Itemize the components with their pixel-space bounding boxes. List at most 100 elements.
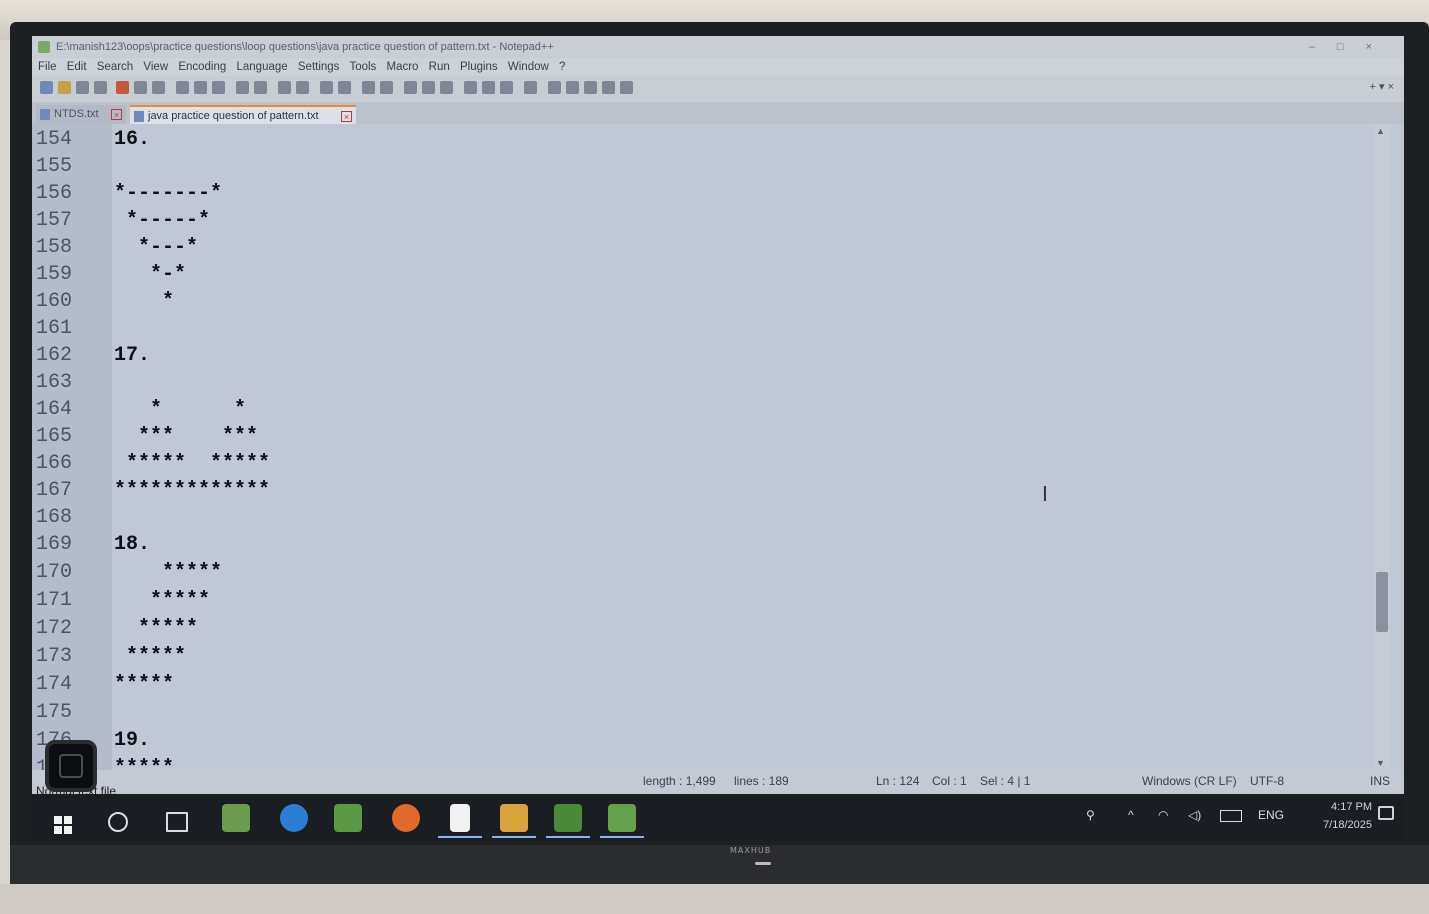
replace-icon[interactable]	[296, 81, 309, 94]
menu-view[interactable]: View	[143, 61, 168, 73]
zoom-out-icon[interactable]	[338, 81, 351, 94]
notepadpp-active-icon[interactable]	[608, 804, 636, 832]
editor-line[interactable]: 163	[32, 371, 1404, 398]
menu-plugins[interactable]: Plugins	[460, 61, 498, 73]
status-insert-mode: INS	[1370, 774, 1391, 788]
search-icon[interactable]	[108, 812, 128, 832]
print-icon[interactable]	[152, 81, 165, 94]
find-icon[interactable]	[278, 81, 291, 94]
status-encoding[interactable]: UTF-8	[1250, 774, 1284, 788]
scroll-up-icon[interactable]: ▲	[1376, 126, 1385, 136]
paste-icon[interactable]	[212, 81, 225, 94]
play-macro-icon[interactable]	[584, 81, 597, 94]
editor-line[interactable]: 157 *-----*	[32, 209, 1404, 236]
system-clock[interactable]: 4:17 PM 7/18/2025	[1323, 798, 1372, 834]
tab-ntds[interactable]: NTDS.txt ×	[36, 105, 126, 124]
document-icon[interactable]	[450, 804, 470, 832]
close-all-icon[interactable]	[134, 81, 147, 94]
new-file-icon[interactable]	[40, 81, 53, 94]
close-tab-icon[interactable]: ×	[341, 111, 352, 122]
text-editor[interactable]: 154 16. 155 156 *-------* 157 *-----* 158 *---…	[32, 124, 1404, 780]
menu-run[interactable]: Run	[429, 61, 450, 73]
folder-workspace-icon[interactable]	[500, 81, 513, 94]
notepadpp-taskbar-icon-2[interactable]	[334, 804, 362, 832]
cut-icon[interactable]	[176, 81, 189, 94]
editor-line[interactable]: 154 16.	[32, 128, 1404, 155]
people-icon[interactable]: ⚲	[1086, 808, 1095, 822]
scroll-down-icon[interactable]: ▼	[1376, 758, 1385, 768]
editor-line[interactable]: 173 *****	[32, 645, 1404, 672]
edge-icon[interactable]	[280, 804, 308, 832]
notification-icon[interactable]	[1378, 806, 1394, 820]
stop-macro-icon[interactable]	[566, 81, 579, 94]
editor-line[interactable]: 162 17.	[32, 344, 1404, 371]
record-macro-icon[interactable]	[548, 81, 561, 94]
show-all-chars-icon[interactable]	[422, 81, 435, 94]
menu-macro[interactable]: Macro	[387, 61, 419, 73]
chevron-up-icon[interactable]: ^	[1128, 808, 1134, 822]
editor-line[interactable]: 155	[32, 155, 1404, 182]
menu-file[interactable]: File	[38, 61, 57, 73]
editor-line[interactable]: 160 *	[32, 290, 1404, 317]
toolbar-overflow-icon[interactable]: + ▾ ×	[1370, 80, 1394, 93]
sync-v-icon[interactable]	[362, 81, 375, 94]
editor-line[interactable]: 169 18.	[32, 533, 1404, 560]
editor-line[interactable]: 168	[32, 506, 1404, 533]
file-explorer-icon[interactable]	[500, 804, 528, 832]
menu-encoding[interactable]: Encoding	[178, 61, 226, 73]
menu-edit[interactable]: Edit	[67, 61, 87, 73]
language-indicator[interactable]: ENG	[1258, 808, 1284, 822]
close-tab-icon[interactable]: ×	[111, 109, 122, 120]
editor-line[interactable]: 171 *****	[32, 589, 1404, 616]
undo-icon[interactable]	[236, 81, 249, 94]
monitor-icon[interactable]	[524, 81, 537, 94]
status-eol[interactable]: Windows (CR LF)	[1142, 774, 1237, 788]
floating-toolbar-button[interactable]	[45, 740, 97, 792]
firefox-icon[interactable]	[392, 804, 420, 832]
editor-line[interactable]: 167 *************	[32, 479, 1404, 506]
menu-tools[interactable]: Tools	[349, 61, 376, 73]
volume-icon[interactable]: ◁)	[1188, 808, 1201, 822]
editor-line[interactable]: 161	[32, 317, 1404, 344]
editor-line[interactable]: 166 ***** *****	[32, 452, 1404, 479]
editor-line[interactable]: 170 *****	[32, 561, 1404, 588]
menu-language[interactable]: Language	[237, 61, 288, 73]
editor-line[interactable]: 174 *****	[32, 673, 1404, 700]
word-wrap-icon[interactable]	[404, 81, 417, 94]
notepadpp-taskbar-icon[interactable]	[222, 804, 250, 832]
window-controls[interactable]: –□×	[1309, 36, 1394, 58]
editor-line[interactable]: 158 *---*	[32, 236, 1404, 263]
menu-window[interactable]: Window	[508, 61, 549, 73]
editor-line[interactable]: 156 *-------*	[32, 182, 1404, 209]
menu-search[interactable]: Search	[97, 61, 133, 73]
editor-line[interactable]: 17619.	[32, 729, 1404, 756]
doc-map-icon[interactable]	[464, 81, 477, 94]
save-icon[interactable]	[76, 81, 89, 94]
close-file-icon[interactable]	[116, 81, 129, 94]
open-file-icon[interactable]	[58, 81, 71, 94]
tab-java-pattern[interactable]: java practice question of pattern.txt ×	[130, 105, 356, 124]
save-all-icon[interactable]	[94, 81, 107, 94]
line-number: 155	[36, 155, 73, 178]
redo-icon[interactable]	[254, 81, 267, 94]
sync-h-icon[interactable]	[380, 81, 393, 94]
editor-line[interactable]: 159 *-*	[32, 263, 1404, 290]
copy-icon[interactable]	[194, 81, 207, 94]
wifi-icon[interactable]: ◠	[1158, 808, 1168, 822]
menu-settings[interactable]: Settings	[298, 61, 340, 73]
indent-guide-icon[interactable]	[440, 81, 453, 94]
editor-line[interactable]: 172 *****	[32, 617, 1404, 644]
vertical-scrollbar[interactable]: ▲ ▼	[1374, 124, 1390, 770]
menu-help[interactable]: ?	[559, 61, 565, 73]
task-view-icon[interactable]	[166, 812, 188, 832]
scrollbar-thumb[interactable]	[1376, 572, 1388, 632]
run-macro-multiple-icon[interactable]	[602, 81, 615, 94]
function-list-icon[interactable]	[482, 81, 495, 94]
editor-line[interactable]: 164 * *	[32, 398, 1404, 425]
keyboard-icon[interactable]	[1220, 810, 1242, 822]
zoom-in-icon[interactable]	[320, 81, 333, 94]
save-macro-icon[interactable]	[620, 81, 633, 94]
editor-line[interactable]: 175	[32, 701, 1404, 728]
editor-line[interactable]: 165 *** ***	[32, 425, 1404, 452]
image-viewer-icon[interactable]	[554, 804, 582, 832]
